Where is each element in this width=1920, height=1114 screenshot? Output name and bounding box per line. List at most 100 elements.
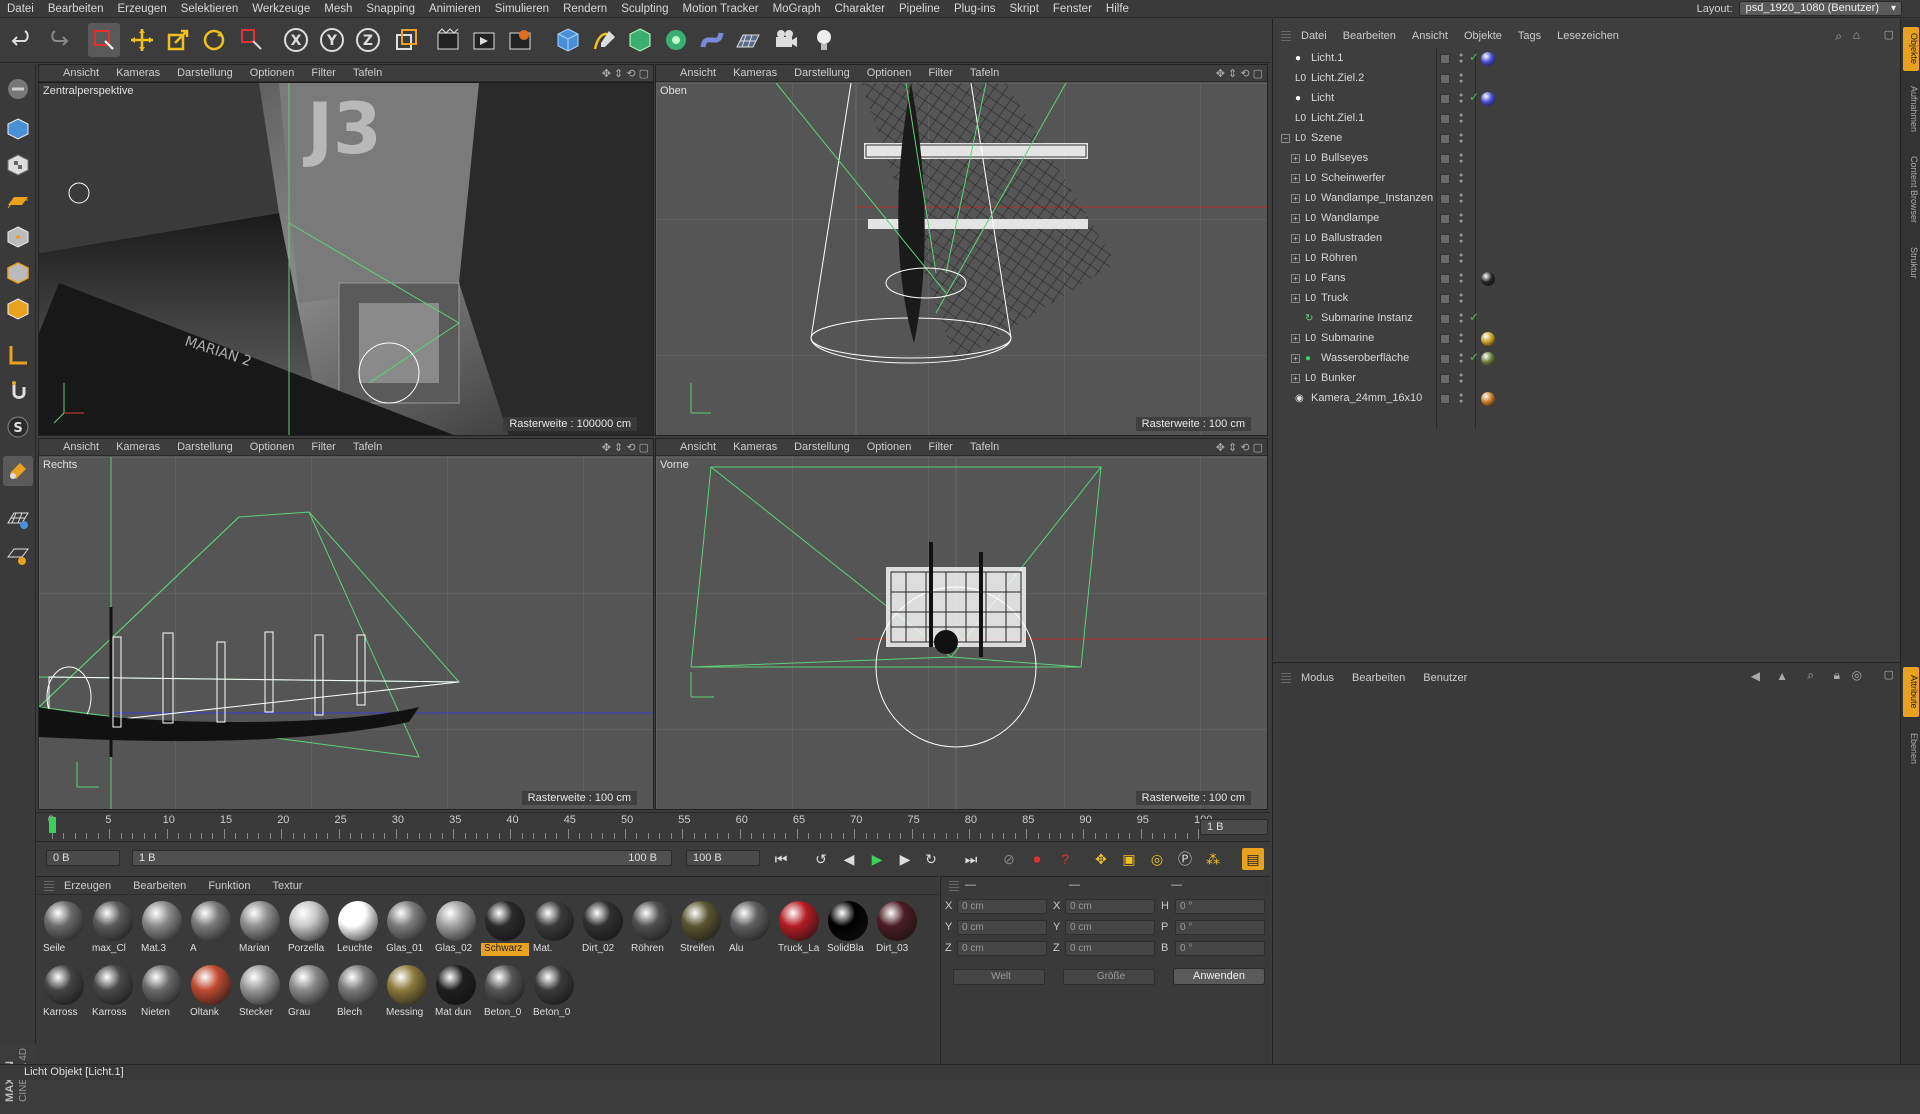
vp-menu-optionen[interactable]: Optionen [867,441,912,453]
material-swatch[interactable]: Glas_01 [383,897,429,957]
expand-icon[interactable]: + [1291,254,1300,263]
vp-menu-ansicht[interactable]: Ansicht [63,67,99,79]
layer-visibility-icon[interactable] [1440,114,1450,124]
key-pla-icon[interactable]: ⁂ [1202,848,1224,870]
attr-menu-bearbeiten[interactable]: Bearbeiten [1352,672,1405,684]
expand-icon[interactable]: + [1291,194,1300,203]
viewport-nav-icons[interactable]: ✥ ⇕ ⟲ ▢ [602,441,649,454]
material-swatch[interactable]: Leuchte [334,897,380,957]
object-name[interactable]: Wandlampe_Instanzen [1321,192,1433,204]
magnet-icon[interactable] [3,456,33,486]
vp-menu-kameras[interactable]: Kameras [116,441,160,453]
object-name[interactable]: Wandlampe [1321,212,1379,224]
object-name[interactable]: Kamera_24mm_16x10 [1311,392,1422,404]
render-visibility-dots-icon[interactable]: ● ● [1459,72,1463,85]
live-selection-icon[interactable] [88,23,120,57]
prev-key-icon[interactable]: ↺ [810,848,832,870]
render-visibility-dots-icon[interactable]: ● ● [1459,312,1463,325]
layer-visibility-icon[interactable] [1440,134,1450,144]
material-swatch[interactable]: Streifen [677,897,723,957]
start-frame-field[interactable]: 0 B [46,850,120,866]
object-name[interactable]: Submarine Instanz [1321,312,1413,324]
vp-menu-filter[interactable]: Filter [311,67,335,79]
obj-menu-datei[interactable]: Datei [1301,30,1327,42]
enabled-check-icon[interactable]: ✓ [1469,90,1479,104]
material-swatch[interactable]: Mat dun [432,961,478,1021]
attr-panel-icon[interactable]: ▢ [1884,668,1894,681]
render-settings-icon[interactable] [504,23,536,57]
material-swatch[interactable]: Dirt_03 [873,897,919,957]
menu-fenster[interactable]: Fenster [1046,3,1099,15]
material-swatch[interactable]: Stecker [236,961,282,1021]
vp-menu-optionen[interactable]: Optionen [250,67,295,79]
menu-motion-tracker[interactable]: Motion Tracker [676,3,766,15]
menu-pipeline[interactable]: Pipeline [892,3,947,15]
object-name[interactable]: Wasseroberfläche [1321,352,1409,364]
layer-visibility-icon[interactable] [1440,274,1450,284]
layer-visibility-icon[interactable] [1440,394,1450,404]
vp-menu-tafeln[interactable]: Tafeln [353,67,382,79]
attr-up-icon[interactable]: ▲ [1776,669,1788,683]
object-tag-icon[interactable] [1481,392,1495,406]
object-row[interactable]: ● Licht.1 ● ● ✓ [1273,49,1899,69]
coord-value-field[interactable]: 0 cm [1065,941,1155,956]
object-row[interactable]: + L0 Bullseyes ● ● [1273,149,1899,169]
obj-menu-ansicht[interactable]: Ansicht [1412,30,1448,42]
menu-charakter[interactable]: Charakter [828,3,893,15]
viewport-nav-icons[interactable]: ✥ ⇕ ⟲ ▢ [602,67,649,80]
vp-menu-ansicht[interactable]: Ansicht [63,441,99,453]
vp-menu-filter[interactable]: Filter [928,67,952,79]
menu-mograph[interactable]: MoGraph [766,3,828,15]
go-to-end-icon[interactable]: ⏭ [960,848,982,870]
layer-visibility-icon[interactable] [1440,174,1450,184]
layer-visibility-icon[interactable] [1440,234,1450,244]
coord-value-field[interactable]: 0 cm [1065,899,1155,914]
layout-dropdown[interactable]: psd_1920_1080 (Benutzer) [1738,1,1902,16]
vp-menu-darstellung[interactable]: Darstellung [794,441,850,453]
enabled-check-icon[interactable]: ✓ [1469,50,1479,64]
render-view-icon[interactable] [432,23,464,57]
viewport-front[interactable]: Ansicht Kameras Darstellung Optionen Fil… [655,438,1268,810]
material-swatch[interactable]: Mat.3 [138,897,184,957]
coord-value-field[interactable]: 0 ° [1175,941,1265,956]
lock-y-icon[interactable]: Y [316,23,348,57]
mat-menu-bearbeiten[interactable]: Bearbeiten [133,880,186,892]
expand-icon[interactable]: + [1291,274,1300,283]
vp-menu-kameras[interactable]: Kameras [733,441,777,453]
mat-menu-erzeugen[interactable]: Erzeugen [64,880,111,892]
attr-menu-benutzer[interactable]: Benutzer [1423,672,1467,684]
frame-range-slider[interactable]: 1 B 100 B [132,850,672,866]
key-scale-icon[interactable]: ▣ [1118,848,1140,870]
vp-menu-ansicht[interactable]: Ansicht [680,441,716,453]
render-visibility-dots-icon[interactable]: ● ● [1459,132,1463,145]
menu-snapping[interactable]: Snapping [359,3,422,15]
render-visibility-dots-icon[interactable]: ● ● [1459,192,1463,205]
model-mode-icon[interactable] [3,114,33,144]
object-row[interactable]: L0 Licht.Ziel.2 ● ● [1273,69,1899,89]
key-position-icon[interactable]: ✥ [1090,848,1112,870]
material-swatch[interactable]: Karross [40,961,86,1021]
panel-grip-icon[interactable] [949,881,959,891]
layer-visibility-icon[interactable] [1440,254,1450,264]
edges-mode-icon[interactable] [3,258,33,288]
object-row[interactable]: + L0 Röhren ● ● [1273,249,1899,269]
material-swatch[interactable]: Mat. [530,897,576,957]
attr-menu-modus[interactable]: Modus [1301,672,1334,684]
material-swatch[interactable]: Oltank [187,961,233,1021]
mat-menu-textur[interactable]: Textur [273,880,303,892]
obj-menu-lesezeichen[interactable]: Lesezeichen [1557,30,1619,42]
expand-icon[interactable]: + [1291,214,1300,223]
coord-value-field[interactable]: 0 cm [957,899,1047,914]
coord-mode-dropdown[interactable]: Welt [953,969,1045,985]
grid-snap-icon[interactable] [3,504,33,534]
move-icon[interactable] [126,23,158,57]
material-swatch[interactable]: Beton_0 [481,961,527,1021]
vp-menu-optionen[interactable]: Optionen [867,67,912,79]
vp-menu-tafeln[interactable]: Tafeln [970,441,999,453]
expand-icon[interactable]: + [1291,374,1300,383]
menu-sculpting[interactable]: Sculpting [614,3,675,15]
object-row[interactable]: ↻ Submarine Instanz ● ● ✓ [1273,309,1899,329]
last-tool-icon[interactable] [236,23,268,57]
render-visibility-dots-icon[interactable]: ● ● [1459,232,1463,245]
material-swatch[interactable]: Alu [726,897,772,957]
